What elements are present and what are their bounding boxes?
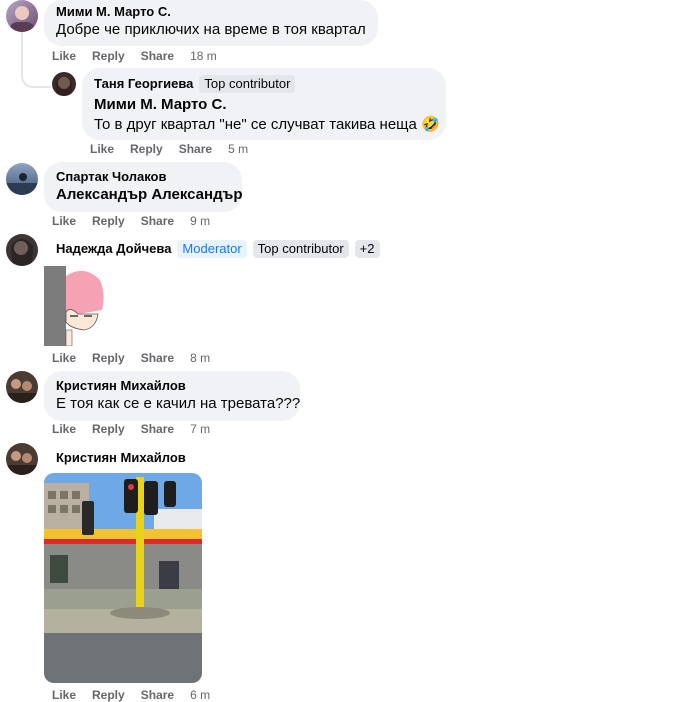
comment-time[interactable]: 18 m [190, 49, 217, 63]
sticker-icon [44, 266, 104, 347]
avatar-icon [10, 6, 34, 32]
avatar[interactable] [6, 0, 38, 32]
comment-bubble: Кристиян Михайлов Е тоя как се е качил н… [44, 371, 300, 421]
avatar[interactable] [6, 234, 38, 266]
comment-actions: Like Reply Share 5 m [90, 142, 248, 156]
comment-text: Е тоя как се е качил на тревата??? [56, 395, 301, 412]
share-button[interactable]: Share [141, 49, 174, 63]
more-badges-badge[interactable]: +2 [354, 240, 380, 258]
reply-button[interactable]: Reply [92, 422, 125, 436]
like-button[interactable]: Like [52, 49, 76, 63]
share-button[interactable]: Share [141, 688, 174, 702]
comment-bubble: Таня Георгиева Top contributor Мими М. Ма… [82, 68, 446, 140]
mention-link[interactable]: Мими М. Марто С. [94, 95, 434, 115]
reply-button[interactable]: Reply [92, 688, 125, 702]
comment-time[interactable]: 9 m [190, 214, 210, 228]
avatar[interactable] [6, 371, 38, 403]
comment-author[interactable]: Кристиян Михайлов [56, 378, 288, 394]
top-contributor-badge[interactable]: Top contributor [252, 240, 349, 258]
comment-text-row: То в друг квартал "не" се случват такива… [94, 115, 440, 135]
share-button[interactable]: Share [141, 422, 174, 436]
comment-actions: Like Reply Share 18 m [52, 49, 217, 63]
sticker-image[interactable] [44, 266, 106, 347]
comment-text: Александър Александър [56, 186, 243, 203]
reply-button[interactable]: Reply [92, 214, 125, 228]
like-button[interactable]: Like [52, 214, 76, 228]
reply-button[interactable]: Reply [130, 142, 163, 156]
comment-text: То в друг квартал "не" се случват такива… [94, 116, 417, 133]
like-button[interactable]: Like [52, 688, 76, 702]
comment-time[interactable]: 6 m [190, 688, 210, 702]
moderator-badge[interactable]: Moderator [177, 240, 247, 258]
comment-time[interactable]: 7 m [190, 422, 210, 436]
avatar-icon [56, 77, 72, 96]
comment-actions: Like Reply Share 8 m [52, 351, 210, 365]
comment-actions: Like Reply Share 9 m [52, 214, 210, 228]
comment-author[interactable]: Мими М. Марто С. [56, 4, 366, 20]
avatar-icon [6, 451, 38, 475]
avatar[interactable] [6, 163, 38, 195]
share-button[interactable]: Share [141, 351, 174, 365]
share-button[interactable]: Share [179, 142, 212, 156]
comment-author-row: Таня Георгиева Top contributor [94, 75, 434, 93]
reply-button[interactable]: Reply [92, 351, 125, 365]
comment-author[interactable]: Таня Георгиева [94, 76, 193, 91]
comment-time[interactable]: 8 m [190, 351, 210, 365]
comment-author[interactable]: Кристиян Михайлов [56, 450, 186, 466]
laughing-emoji-icon: 🤣 [421, 116, 440, 133]
street-photo[interactable] [44, 473, 202, 683]
reply-button[interactable]: Reply [92, 49, 125, 63]
photo-icon [44, 473, 202, 683]
like-button[interactable]: Like [52, 351, 76, 365]
like-button[interactable]: Like [52, 422, 76, 436]
avatar-icon [6, 379, 38, 403]
share-button[interactable]: Share [141, 214, 174, 228]
thread-connector [21, 30, 51, 88]
comment-time[interactable]: 5 m [228, 142, 248, 156]
comment-actions: Like Reply Share 7 m [52, 422, 210, 436]
comment-author[interactable]: Спартак Чолаков [56, 169, 230, 185]
avatar-icon [6, 173, 38, 195]
comment-author-row: Надежда Дойчева Moderator Top contributor +… [56, 240, 380, 258]
top-contributor-badge[interactable]: Top contributor [199, 75, 296, 93]
comment-author[interactable]: Надежда Дойчева [56, 241, 171, 256]
comment-text: Добре че приключих на време в тоя кварта… [56, 21, 366, 38]
like-button[interactable]: Like [90, 142, 114, 156]
avatar[interactable] [6, 443, 38, 475]
avatar-icon [11, 239, 33, 266]
comment-actions: Like Reply Share 6 m [52, 688, 210, 702]
avatar[interactable] [52, 72, 76, 96]
comment-bubble: Спартак Чолаков Александър Александър [44, 162, 243, 212]
comment-bubble: Мими М. Марто С. Добре че приключих на в… [44, 0, 378, 46]
